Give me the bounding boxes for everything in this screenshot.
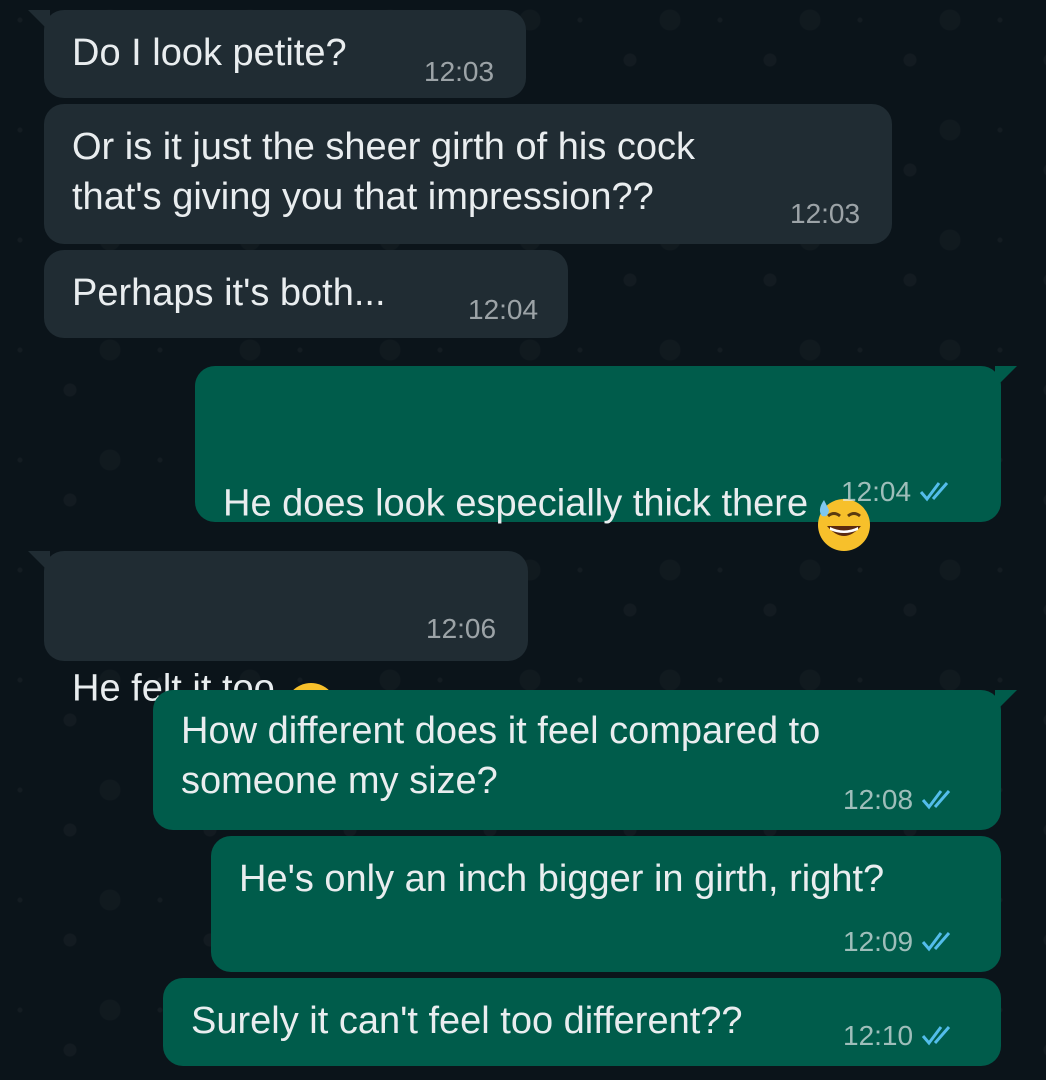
incoming-message[interactable]: Do I look petite? 12:03 <box>28 10 526 98</box>
outgoing-message[interactable]: He does look especially thick there 12:0… <box>195 366 1017 551</box>
outgoing-message[interactable]: Surely it can't feel too different?? 12:… <box>163 978 1001 1066</box>
message-text: Or is it just the sheer girth of his coc… <box>72 126 696 218</box>
outgoing-message[interactable]: He's only an inch bigger in girth, right… <box>211 836 1001 972</box>
incoming-message[interactable]: He felt it too 12:06 <box>28 551 528 735</box>
message-time: 12:06 <box>426 613 497 644</box>
message-text: Surely it can't feel too different?? <box>191 1000 743 1042</box>
message-time: 12:04 <box>841 476 957 510</box>
bubble-tail <box>28 10 50 32</box>
time-text: 12:04 <box>841 476 912 507</box>
time-text: 12:09 <box>843 926 914 957</box>
message-text: He's only an inch bigger in girth, right… <box>239 858 885 900</box>
message-time: 12:10 <box>843 1020 959 1054</box>
time-text: 12:08 <box>843 784 914 815</box>
message-time: 12:04 <box>468 294 539 325</box>
incoming-message[interactable]: Perhaps it's both... 12:04 <box>44 250 568 338</box>
time-text: 12:10 <box>843 1020 914 1051</box>
bubble-tail <box>995 366 1017 388</box>
read-ticks-icon <box>919 478 957 510</box>
message-time: 12:08 <box>843 784 959 818</box>
message-text-content: He does look especially thick there <box>223 482 809 525</box>
message-text: Do I look petite? <box>72 32 347 74</box>
outgoing-message[interactable]: How different does it feel compared to s… <box>153 690 1017 830</box>
bubble-tail <box>28 551 50 573</box>
message-time: 12:09 <box>843 926 959 960</box>
message-text: How different does it feel compared to s… <box>181 710 821 802</box>
message-time: 12:03 <box>424 56 495 87</box>
read-ticks-icon <box>921 786 959 818</box>
incoming-message[interactable]: Or is it just the sheer girth of his coc… <box>44 104 892 244</box>
message-time: 12:03 <box>790 198 861 229</box>
bubble-tail <box>995 690 1017 712</box>
read-ticks-icon <box>921 928 959 960</box>
message-text: Perhaps it's both... <box>72 272 386 314</box>
message-text: He does look especially thick there <box>223 394 874 567</box>
chat-background: Do I look petite? 12:03 Or is it just th… <box>0 0 1046 1080</box>
read-ticks-icon <box>921 1022 959 1054</box>
